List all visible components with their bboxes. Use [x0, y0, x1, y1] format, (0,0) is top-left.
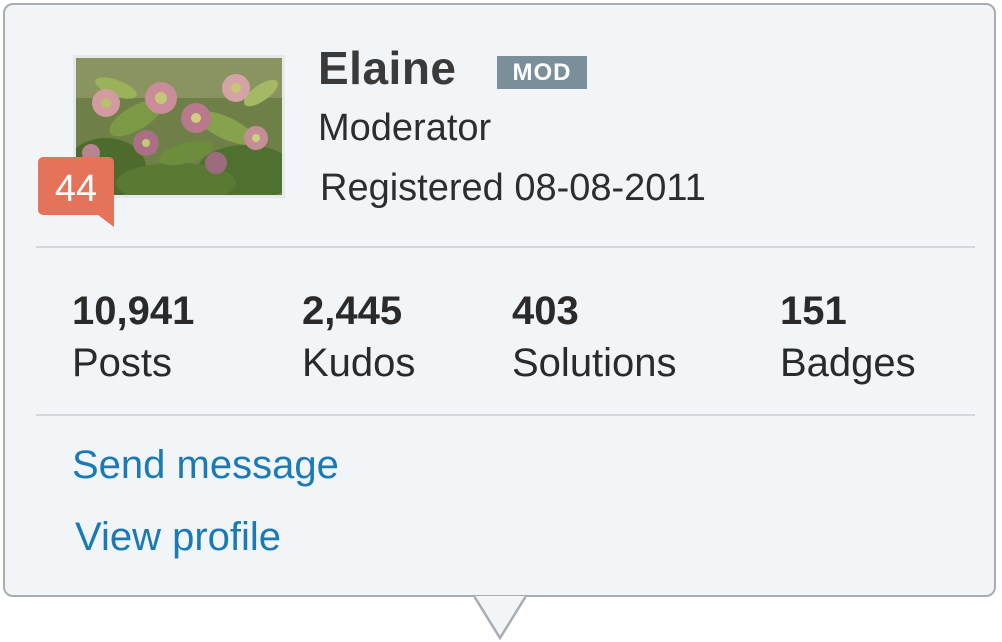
rank-number: 44: [54, 168, 98, 210]
stat-value: 10,941: [72, 289, 195, 333]
divider-bottom: [36, 414, 975, 416]
user-role: Moderator: [318, 107, 492, 149]
user-popover-card: 44 Elaine MOD Moderator Registered 08-08…: [3, 3, 996, 597]
stat-posts: 10,941 Posts: [72, 287, 194, 391]
view-profile-link[interactable]: View profile: [75, 515, 281, 560]
stat-kudos: 2,445 Kudos: [302, 287, 415, 391]
mod-badge: MOD: [497, 56, 587, 89]
stat-value: 151: [780, 289, 847, 333]
user-name[interactable]: Elaine: [318, 41, 457, 95]
divider-top: [36, 246, 975, 248]
registered-date: Registered 08-08-2011: [320, 167, 706, 209]
stat-label: Posts: [72, 341, 173, 385]
stat-label: Badges: [780, 341, 916, 385]
popover-pointer-icon: [474, 596, 526, 641]
stat-solutions: 403 Solutions: [512, 287, 677, 391]
send-message-link[interactable]: Send message: [72, 443, 339, 488]
stat-label: Kudos: [302, 341, 416, 385]
stat-badges: 151 Badges: [780, 287, 916, 391]
stat-value: 2,445: [302, 289, 403, 333]
stat-value: 403: [512, 289, 579, 333]
rank-badge: 44: [38, 157, 114, 227]
stat-label: Solutions: [512, 341, 677, 385]
